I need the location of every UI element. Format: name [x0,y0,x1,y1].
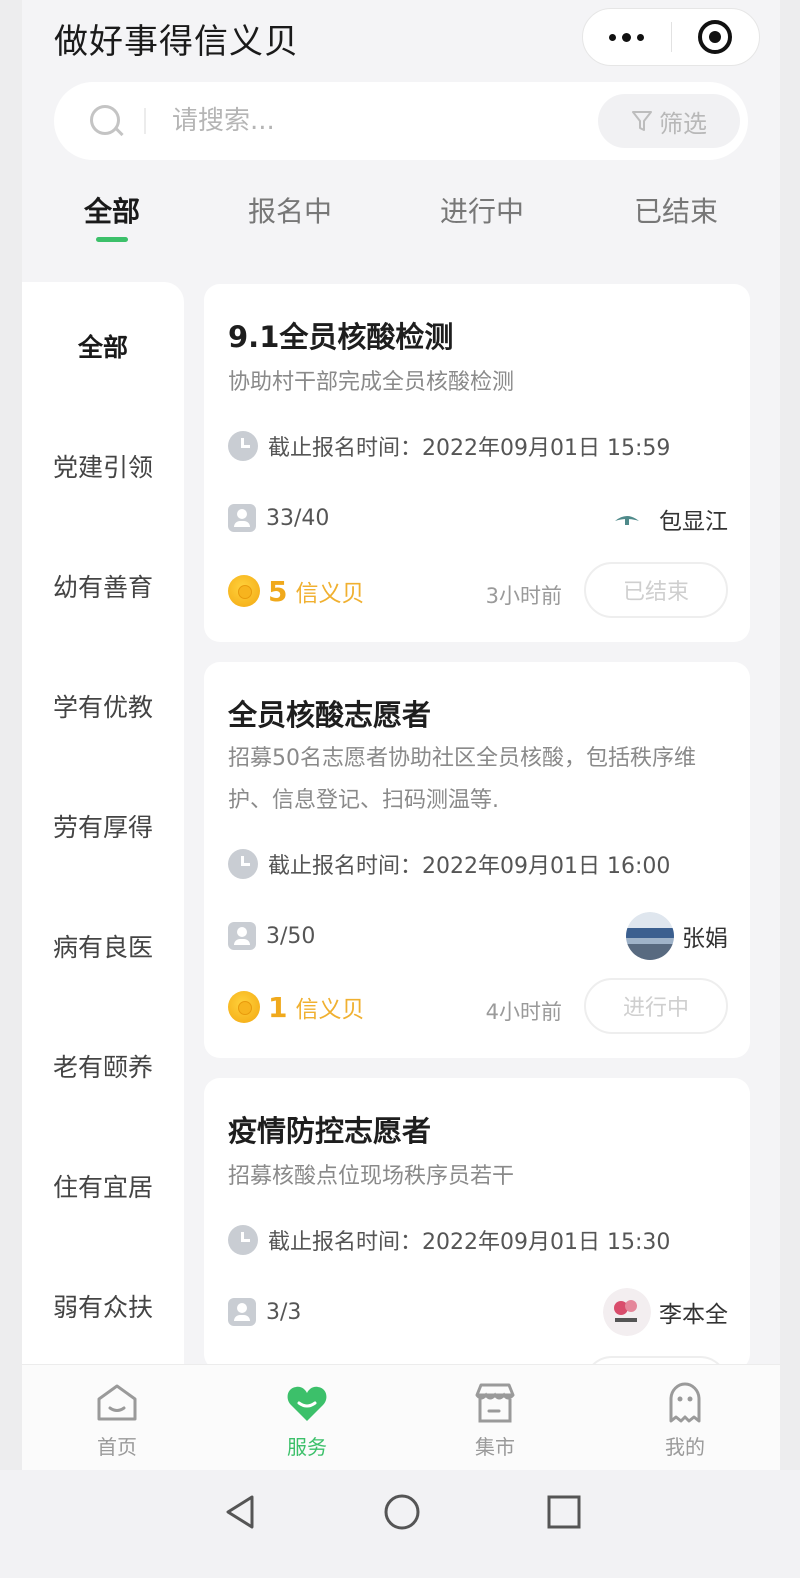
activity-card[interactable]: 全员核酸志愿者 招募50名志愿者协助社区全员核酸，包括秩序维护、信息登记、扫码测… [204,662,750,1058]
clock-icon [228,849,258,879]
nav-label: 我的 [665,1435,705,1459]
participant-count: 3/50 [266,923,316,949]
person-icon [228,504,256,532]
person-icon [228,1298,256,1326]
bottom-navigation: 首页 服务 集市 我的 [22,1364,780,1470]
organizer-name: 包显江 [659,509,728,535]
clock-icon [228,431,258,461]
tab-in-progress[interactable]: 进行中 [440,190,524,230]
organizer: 包显江 [603,495,728,543]
category-medical[interactable]: 病有良医 [22,928,184,964]
reward-points: 5 [268,574,288,608]
activity-deadline: 截止报名时间：2022年09月01日 15:59 [268,436,671,461]
close-button[interactable] [672,9,760,65]
nav-label: 集市 [475,1435,515,1459]
activity-card[interactable]: 9.1全员核酸检测 协助村干部完成全员核酸检测 截止报名时间：2022年09月0… [204,284,750,642]
tab-all[interactable]: 全部 [84,190,140,230]
search-bar: 筛选 [54,82,748,160]
status-button[interactable]: 进行中 [584,978,728,1034]
activity-card[interactable]: 疫情防控志愿者 招募核酸点位现场秩序员若干 截止报名时间：2022年09月01日… [204,1078,750,1370]
reward: 5 信义贝 [228,574,364,608]
tab-registering[interactable]: 报名中 [248,190,332,230]
target-icon [698,20,733,54]
nav-market[interactable]: 集市 [450,1379,540,1460]
more-button[interactable] [583,9,671,65]
home-icon [97,1384,137,1421]
mini-program-capsule [582,8,760,66]
store-icon [475,1383,515,1423]
clock-icon [228,1225,258,1255]
nav-services[interactable]: 服务 [262,1379,352,1460]
status-tabs: 全部 报名中 进行中 已结束 [22,190,780,250]
page-title: 做好事得信义贝 [54,22,299,62]
organizer-avatar [603,495,651,543]
category-all[interactable]: 全部 [22,328,184,364]
organizer: 李本全 [603,1288,728,1336]
filter-icon [632,111,652,131]
activity-deadline: 截止报名时间：2022年09月01日 15:30 [268,1230,671,1255]
organizer-avatar [603,1288,651,1336]
status-button[interactable]: 已结束 [584,562,728,618]
home-circle-icon[interactable] [382,1492,422,1532]
nav-label: 服务 [287,1435,327,1459]
nav-label: 首页 [97,1435,137,1459]
organizer-name: 李本全 [659,1302,728,1328]
search-input[interactable] [172,106,552,136]
category-elderly[interactable]: 老有颐养 [22,1048,184,1084]
category-education[interactable]: 学有优教 [22,688,184,724]
coin-icon [228,575,260,607]
activity-description: 协助村干部完成全员核酸检测 [228,370,515,395]
coin-icon [228,991,260,1023]
filter-label: 筛选 [659,109,707,138]
category-childcare[interactable]: 幼有善育 [22,568,184,604]
organizer: 张娟 [626,912,728,960]
activity-description: 招募核酸点位现场秩序员若干 [228,1164,515,1189]
posted-time: 4小时前 [485,1000,562,1024]
heart-icon [287,1386,327,1421]
activity-description: 招募50名志愿者协助社区全员核酸，包括秩序维护、信息登记、扫码测温等. [228,746,696,813]
tab-ended[interactable]: 已结束 [634,190,718,230]
reward-points: 1 [268,990,288,1024]
organizer-avatar [626,912,674,960]
category-housing[interactable]: 住有宜居 [22,1168,184,1204]
category-labor[interactable]: 劳有厚得 [22,808,184,844]
activity-deadline: 截止报名时间：2022年09月01日 16:00 [268,854,671,879]
back-icon[interactable] [220,1492,260,1532]
ghost-icon [669,1382,701,1423]
participant-count: 33/40 [266,505,330,531]
person-icon [228,922,256,950]
category-party-building[interactable]: 党建引领 [22,448,184,484]
system-navigation-bar [0,1470,800,1578]
nav-profile[interactable]: 我的 [640,1379,730,1460]
activity-title: 全员核酸志愿者 [228,698,432,732]
reward-unit: 信义贝 [295,997,365,1023]
reward: 1 信义贝 [228,990,364,1024]
search-divider [144,108,146,134]
reward-unit: 信义贝 [295,581,365,607]
posted-time: 3小时前 [485,584,562,608]
filter-button[interactable]: 筛选 [598,94,740,148]
activity-title: 疫情防控志愿者 [228,1114,432,1148]
activity-title: 9.1全员核酸检测 [228,320,454,354]
recent-apps-icon[interactable] [544,1492,584,1532]
search-icon [88,103,124,139]
nav-home[interactable]: 首页 [72,1379,162,1460]
more-dots-icon [609,32,645,42]
active-tab-indicator [96,237,128,242]
participant-count: 3/3 [266,1299,302,1325]
category-welfare[interactable]: 弱有众扶 [22,1288,184,1324]
category-sidebar: 全部 党建引领 幼有善育 学有优教 劳有厚得 病有良医 老有颐养 住有宜居 弱有… [22,282,184,1367]
organizer-name: 张娟 [682,926,728,952]
